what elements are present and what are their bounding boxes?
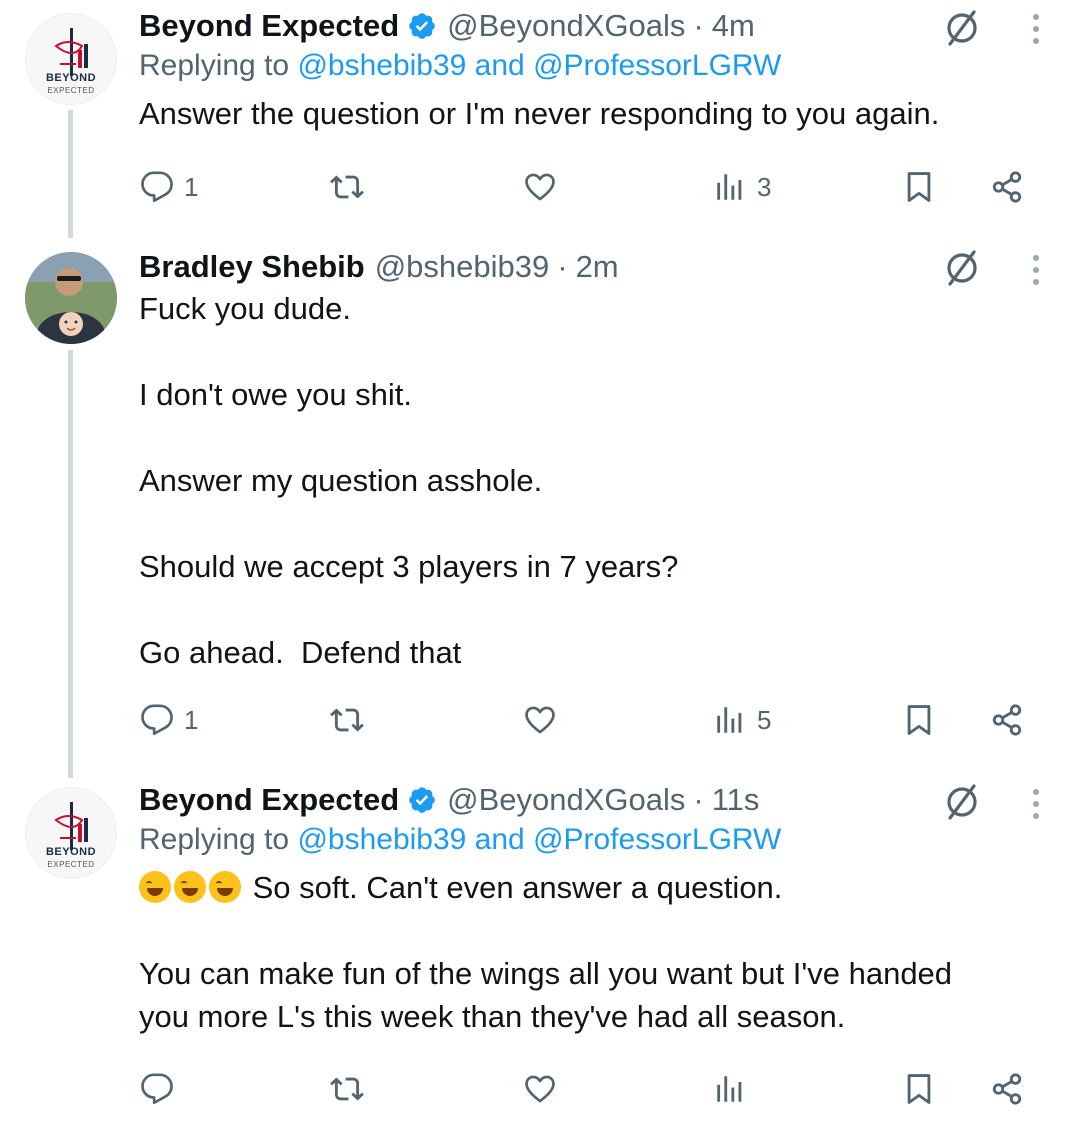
reply-button[interactable] xyxy=(140,1067,184,1111)
separator-dot: · xyxy=(693,782,704,817)
tweet-actions xyxy=(0,1067,1075,1111)
face-with-tears-of-joy-emoji xyxy=(139,871,171,903)
tweet-text: Fuck you dude. I don't owe you shit. Ans… xyxy=(139,291,679,670)
tweet[interactable]: BEYOND EXPECTED Beyond Expected @BeyondX… xyxy=(0,0,1075,230)
tweet-text: You can make fun of the wings all you wa… xyxy=(139,956,953,1034)
timestamp[interactable]: 4m xyxy=(712,8,755,44)
repost-button[interactable] xyxy=(330,1067,374,1111)
more-icon[interactable] xyxy=(1031,12,1041,46)
display-name[interactable]: Bradley Shebib xyxy=(139,249,365,285)
views-button[interactable]: 5 xyxy=(713,698,771,742)
repost-icon xyxy=(330,170,364,204)
views-icon xyxy=(713,703,747,737)
repost-button[interactable] xyxy=(330,698,374,742)
handle[interactable]: @BeyondXGoals xyxy=(447,782,685,818)
reply-icon xyxy=(140,170,174,204)
logo-wordmark: BEYOND xyxy=(45,846,97,858)
verified-badge-icon xyxy=(407,785,437,815)
like-icon xyxy=(523,1072,557,1106)
face-with-tears-of-joy-emoji xyxy=(209,871,241,903)
reply-count: 1 xyxy=(184,704,199,735)
avatar[interactable]: BEYOND EXPECTED xyxy=(25,13,117,105)
views-button[interactable]: 3 xyxy=(713,165,771,209)
logo-subtitle: EXPECTED xyxy=(47,86,95,95)
reply-icon xyxy=(140,703,174,737)
share-icon xyxy=(990,703,1024,737)
tweet-header: Beyond Expected @BeyondXGoals · 11s xyxy=(139,780,1035,820)
face-with-tears-of-joy-emoji xyxy=(174,871,206,903)
tweet[interactable]: BEYOND EXPECTED Beyond Expected @BeyondX… xyxy=(0,774,1075,1134)
tweet-text-first-line: So soft. Can't even answer a question. xyxy=(139,866,1035,909)
share-button[interactable] xyxy=(990,165,1024,209)
share-button[interactable] xyxy=(990,1067,1024,1111)
like-button[interactable] xyxy=(523,698,567,742)
view-count: 5 xyxy=(757,704,772,735)
profile-photo xyxy=(25,252,117,344)
replying-prefix: Replying to xyxy=(139,49,298,82)
tweet-header: Beyond Expected @BeyondXGoals · 4m xyxy=(139,6,1035,46)
bookmark-icon xyxy=(902,170,936,204)
tweet-header: Bradley Shebib @bshebib39 · 2m xyxy=(139,247,1035,287)
bookmark-button[interactable] xyxy=(902,165,936,209)
separator-dot: · xyxy=(557,249,568,284)
separator-dot: · xyxy=(693,8,704,43)
bookmark-icon xyxy=(902,703,936,737)
grok-icon[interactable] xyxy=(942,8,982,48)
replying-to: Replying to @bshebib39 and @ProfessorLGR… xyxy=(139,46,1035,86)
replying-to: Replying to @bshebib39 and @ProfessorLGR… xyxy=(139,820,1035,860)
share-icon xyxy=(990,1072,1024,1106)
like-button[interactable] xyxy=(523,165,567,209)
tweet-text-opening: So soft. Can't even answer a question. xyxy=(252,870,783,905)
replying-mentions[interactable]: @bshebib39 and @ProfessorLGRW xyxy=(297,49,781,82)
tweet-actions: 1 5 xyxy=(0,698,1075,742)
grok-icon[interactable] xyxy=(942,782,982,822)
avatar[interactable] xyxy=(25,252,117,344)
like-icon xyxy=(523,703,557,737)
grok-icon[interactable] xyxy=(942,248,982,288)
more-icon[interactable] xyxy=(1031,787,1041,821)
replying-mentions[interactable]: @bshebib39 and @ProfessorLGRW xyxy=(297,823,781,856)
reply-button[interactable]: 1 xyxy=(140,165,198,209)
repost-icon xyxy=(330,1072,364,1106)
view-count: 3 xyxy=(757,171,772,202)
views-icon xyxy=(713,170,747,204)
logo-wordmark: BEYOND xyxy=(45,72,97,84)
reply-count: 1 xyxy=(184,171,199,202)
share-button[interactable] xyxy=(990,698,1024,742)
replying-prefix: Replying to xyxy=(139,823,298,856)
bookmark-icon xyxy=(902,1072,936,1106)
reply-button[interactable]: 1 xyxy=(140,698,198,742)
views-icon xyxy=(713,1072,747,1106)
like-icon xyxy=(523,170,557,204)
more-icon[interactable] xyxy=(1031,253,1041,287)
repost-button[interactable] xyxy=(330,165,374,209)
repost-icon xyxy=(330,703,364,737)
tweet-actions: 1 3 xyxy=(0,165,1075,209)
tweet[interactable]: Bradley Shebib @bshebib39 · 2m Fuck you … xyxy=(0,240,1075,770)
display-name[interactable]: Beyond Expected xyxy=(139,782,399,818)
tweet-text: Answer the question or I'm never respond… xyxy=(139,96,940,131)
bookmark-button[interactable] xyxy=(902,698,936,742)
handle[interactable]: @BeyondXGoals xyxy=(447,8,685,44)
share-icon xyxy=(990,170,1024,204)
logo-subtitle: EXPECTED xyxy=(47,860,95,869)
avatar[interactable]: BEYOND EXPECTED xyxy=(25,787,117,879)
display-name[interactable]: Beyond Expected xyxy=(139,8,399,44)
handle[interactable]: @bshebib39 xyxy=(375,249,550,285)
bookmark-button[interactable] xyxy=(902,1067,936,1111)
timestamp[interactable]: 11s xyxy=(712,782,760,818)
like-button[interactable] xyxy=(523,1067,567,1111)
verified-badge-icon xyxy=(407,11,437,41)
views-button[interactable] xyxy=(713,1067,757,1111)
reply-icon xyxy=(140,1072,174,1106)
timestamp[interactable]: 2m xyxy=(576,249,619,285)
